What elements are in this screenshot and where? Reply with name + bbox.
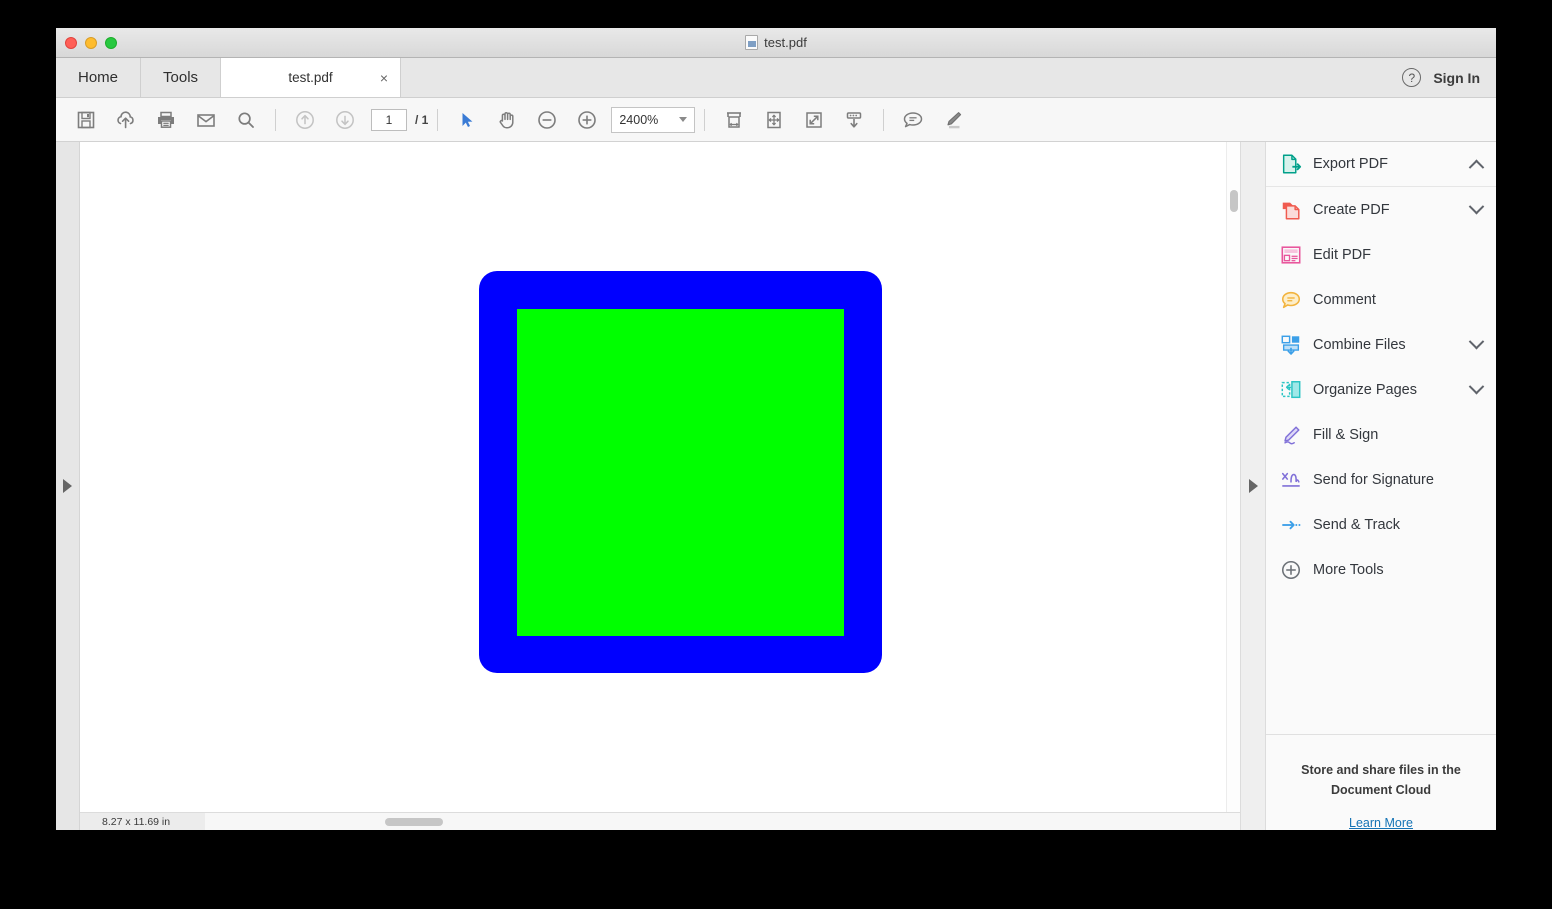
select-cursor-icon[interactable] [447, 100, 487, 140]
save-icon[interactable] [66, 100, 106, 140]
zoom-level-dropdown[interactable]: 2400% [611, 107, 695, 133]
status-bar: 8.27 x 11.69 in [80, 812, 1240, 830]
organize-pages-icon [1280, 379, 1302, 401]
sidebar-item-fill-and-sign[interactable]: Fill & Sign [1266, 412, 1496, 457]
zoom-out-icon[interactable] [527, 100, 567, 140]
sidebar-label-export-pdf: Export PDF [1313, 156, 1460, 172]
sidebar-item-organize-pages[interactable]: Organize Pages [1266, 367, 1496, 412]
traffic-lights [65, 37, 117, 49]
scroll-down-page-icon[interactable] [834, 100, 874, 140]
comment-bubble-icon[interactable] [893, 100, 933, 140]
page-total-label: / 1 [415, 113, 428, 127]
learn-more-link[interactable]: Learn More [1286, 816, 1476, 830]
sidebar-label-send-and-track: Send & Track [1313, 517, 1482, 533]
tab-bar: Home Tools test.pdf × ? Sign In [56, 58, 1496, 98]
sidebar-item-edit-pdf[interactable]: Edit PDF [1266, 232, 1496, 277]
chevron-down-icon [679, 117, 687, 122]
green-square [517, 309, 844, 636]
toolbar-separator-2 [437, 109, 438, 131]
hand-icon[interactable] [487, 100, 527, 140]
fit-width-icon[interactable] [714, 100, 754, 140]
chevron-down-icon-create[interactable] [1469, 199, 1485, 215]
tools-sidebar: Export PDF Create PDF [1266, 142, 1496, 830]
combine-files-icon [1280, 334, 1302, 356]
send-and-track-icon [1280, 514, 1302, 536]
body-area: 8.27 x 11.69 in Export PDF [56, 142, 1496, 830]
application-window: test.pdf Home Tools test.pdf × ? Sign In [56, 28, 1496, 830]
zoom-in-icon[interactable] [567, 100, 607, 140]
tab-bar-right-controls: ? Sign In [1402, 58, 1496, 97]
sidebar-label-organize-pages: Organize Pages [1313, 382, 1460, 398]
sidebar-spacer [1266, 592, 1496, 734]
zoom-to-selection-icon[interactable] [794, 100, 834, 140]
chevron-down-icon-organize[interactable] [1469, 379, 1485, 395]
window-title: test.pdf [764, 35, 807, 50]
minimize-window-button[interactable] [85, 37, 97, 49]
sidebar-item-export-pdf[interactable]: Export PDF [1266, 142, 1496, 187]
email-icon[interactable] [186, 100, 226, 140]
cloud-promo-line1: Store and share files in the [1286, 761, 1476, 780]
pdf-document-icon [745, 35, 758, 50]
highlighter-pen-icon[interactable] [933, 100, 973, 140]
expand-left-pane-arrow[interactable] [56, 142, 80, 830]
sidebar-item-send-for-signature[interactable]: Send for Signature [1266, 457, 1496, 502]
page-dimensions-label: 8.27 x 11.69 in [80, 813, 205, 830]
tab-document[interactable]: test.pdf × [221, 58, 401, 97]
vertical-scrollbar-thumb[interactable] [1230, 190, 1238, 212]
edit-pdf-icon [1280, 244, 1302, 266]
print-icon[interactable] [146, 100, 186, 140]
sidebar-item-combine-files[interactable]: Combine Files [1266, 322, 1496, 367]
vertical-scrollbar[interactable] [1226, 142, 1240, 830]
fit-page-icon[interactable] [754, 100, 794, 140]
more-tools-icon [1280, 559, 1302, 581]
toolbar-separator [275, 109, 276, 131]
cloud-promo-line2: Document Cloud [1286, 781, 1476, 800]
maximize-window-button[interactable] [105, 37, 117, 49]
sidebar-label-create-pdf: Create PDF [1313, 202, 1460, 218]
right-triangle-icon [63, 479, 72, 493]
zoom-level-value: 2400% [619, 113, 658, 127]
next-page-icon[interactable] [325, 100, 365, 140]
chevron-down-icon-combine[interactable] [1469, 334, 1485, 350]
title-bar: test.pdf [56, 28, 1496, 58]
tab-tools[interactable]: Tools [141, 58, 221, 97]
sidebar-item-send-and-track[interactable]: Send & Track [1266, 502, 1496, 547]
horizontal-scrollbar[interactable] [205, 813, 1240, 830]
sidebar-label-send-for-signature: Send for Signature [1313, 472, 1482, 488]
send-for-signature-icon [1280, 469, 1302, 491]
comment-icon [1280, 289, 1302, 311]
sidebar-item-more-tools[interactable]: More Tools [1266, 547, 1496, 592]
sidebar-label-combine-files: Combine Files [1313, 337, 1460, 353]
page-number-input[interactable]: 1 [371, 109, 407, 131]
toolbar-separator-3 [704, 109, 705, 131]
sidebar-label-fill-and-sign: Fill & Sign [1313, 427, 1482, 443]
create-pdf-icon [1280, 199, 1302, 221]
tab-bar-filler [401, 58, 1496, 97]
export-pdf-icon [1280, 153, 1302, 175]
fill-and-sign-icon [1280, 424, 1302, 446]
sidebar-label-comment: Comment [1313, 292, 1482, 308]
sidebar-label-more-tools: More Tools [1313, 562, 1482, 578]
window-title-group: test.pdf [56, 35, 1496, 50]
upload-cloud-icon[interactable] [106, 100, 146, 140]
previous-page-icon[interactable] [285, 100, 325, 140]
sign-in-button[interactable]: Sign In [1433, 70, 1480, 86]
chevron-up-icon[interactable] [1469, 159, 1485, 175]
document-view[interactable]: 8.27 x 11.69 in [80, 142, 1240, 830]
sidebar-item-comment[interactable]: Comment [1266, 277, 1496, 322]
close-window-button[interactable] [65, 37, 77, 49]
toolbar-separator-4 [883, 109, 884, 131]
collapse-right-pane-arrow[interactable] [1240, 142, 1266, 830]
tab-document-label: test.pdf [288, 70, 332, 85]
tab-home[interactable]: Home [56, 58, 141, 97]
right-triangle-icon-2 [1249, 479, 1258, 493]
document-cloud-promo: Store and share files in the Document Cl… [1266, 734, 1496, 830]
sidebar-item-create-pdf[interactable]: Create PDF [1266, 187, 1496, 232]
close-tab-icon[interactable]: × [380, 71, 388, 85]
search-icon[interactable] [226, 100, 266, 140]
help-icon[interactable]: ? [1402, 68, 1421, 87]
horizontal-scrollbar-thumb[interactable] [385, 818, 443, 826]
sidebar-label-edit-pdf: Edit PDF [1313, 247, 1482, 263]
main-toolbar: 1 / 1 24 [56, 98, 1496, 142]
